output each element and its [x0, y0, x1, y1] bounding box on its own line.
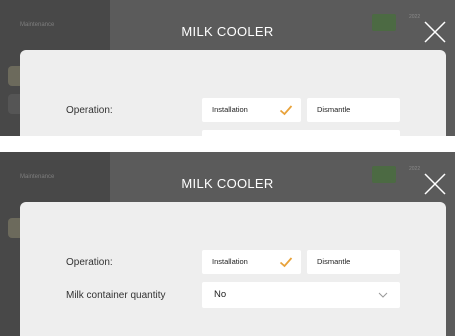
option-label: Dismantle — [317, 257, 351, 266]
option-dismantle[interactable]: Dismantle — [307, 98, 400, 122]
operation-label: Operation: — [66, 105, 113, 116]
dialog-title: MILK COOLER — [181, 24, 274, 39]
dialog-title: MILK COOLER — [181, 176, 274, 191]
option-label: Installation — [212, 257, 248, 266]
frame-divider — [0, 136, 455, 152]
milk-container-quantity-select[interactable]: No — [202, 282, 400, 308]
close-button[interactable] — [423, 172, 447, 196]
option-dismantle[interactable]: Dismantle — [307, 250, 400, 274]
screen-frame-2: Maintenance 2022 MILK COOLER Operation: … — [0, 152, 455, 336]
close-icon — [424, 173, 446, 195]
screen-frame-1: Maintenance 2022 MILK COOLER Operation: … — [0, 0, 455, 136]
checkmark-icon — [279, 257, 293, 268]
option-installation[interactable]: Installation — [202, 98, 301, 122]
close-button[interactable] — [423, 20, 447, 44]
dialog-panel: Operation: Installation Dismantle Milk c… — [20, 202, 446, 336]
close-icon — [424, 21, 446, 43]
dialog-panel: Operation: Installation Dismantle — [20, 50, 446, 136]
checkmark-icon — [279, 105, 293, 116]
operation-label: Operation: — [66, 257, 113, 268]
option-installation[interactable]: Installation — [202, 250, 301, 274]
milk-container-quantity-label: Milk container quantity — [66, 290, 166, 301]
top-right-tiny-text: 2022 — [409, 166, 421, 172]
option-label: Installation — [212, 105, 248, 114]
chevron-down-icon — [378, 292, 388, 298]
option-label: Dismantle — [317, 105, 351, 114]
select-value: No — [214, 289, 227, 300]
top-right-tiny-text: 2022 — [409, 14, 421, 20]
